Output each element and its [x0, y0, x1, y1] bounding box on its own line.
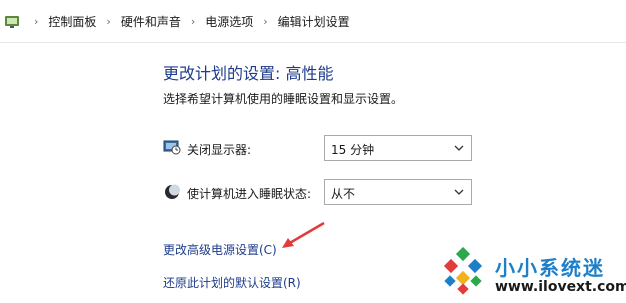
- breadcrumb-item-hardware-sound[interactable]: 硬件和声音: [121, 13, 181, 30]
- breadcrumb-separator-icon: ›: [263, 15, 268, 28]
- display-off-label: 关闭显示器:: [187, 143, 252, 157]
- sleep-moon-icon: [165, 184, 180, 199]
- breadcrumb-separator-icon: ›: [106, 15, 111, 28]
- control-panel-icon[interactable]: [3, 12, 21, 30]
- display-off-select[interactable]: 15 分钟: [324, 135, 472, 161]
- breadcrumb-separator-icon: ›: [190, 15, 196, 28]
- watermark-logo-icon: [443, 247, 483, 295]
- annotation-arrow-icon: [282, 221, 325, 248]
- sleep-label: 使计算机进入睡眠状态:: [187, 187, 312, 201]
- breadcrumb-bar: › 控制面板 › 硬件和声音 › 电源选项 › 编辑计划设置: [0, 0, 626, 43]
- breadcrumb-item-power-options[interactable]: 电源选项: [205, 13, 253, 30]
- chevron-down-icon: [454, 145, 464, 151]
- page-subtitle: 选择希望计算机使用的睡眠设置和显示设置。: [163, 92, 404, 106]
- display-clock-icon: [163, 140, 181, 155]
- sleep-value: 从不: [331, 187, 356, 201]
- breadcrumb-separator-icon: ›: [34, 15, 39, 28]
- watermark-url: www.ilovext.com: [495, 279, 626, 295]
- watermark-title: 小小系统迷: [495, 256, 605, 280]
- display-off-value: 15 分钟: [331, 143, 375, 157]
- sleep-select[interactable]: 从不: [324, 179, 472, 205]
- restore-defaults-link[interactable]: 还原此计划的默认设置(R): [163, 274, 301, 291]
- breadcrumb-item-edit-plan[interactable]: 编辑计划设置: [278, 13, 350, 30]
- breadcrumb-item-control-panel[interactable]: 控制面板: [48, 13, 96, 30]
- page-title: 更改计划的设置: 高性能: [163, 64, 334, 83]
- breadcrumb: › 控制面板 › 硬件和声音 › 电源选项 › 编辑计划设置: [24, 13, 350, 30]
- chevron-down-icon: [454, 189, 464, 195]
- advanced-power-settings-link[interactable]: 更改高级电源设置(C): [163, 241, 277, 258]
